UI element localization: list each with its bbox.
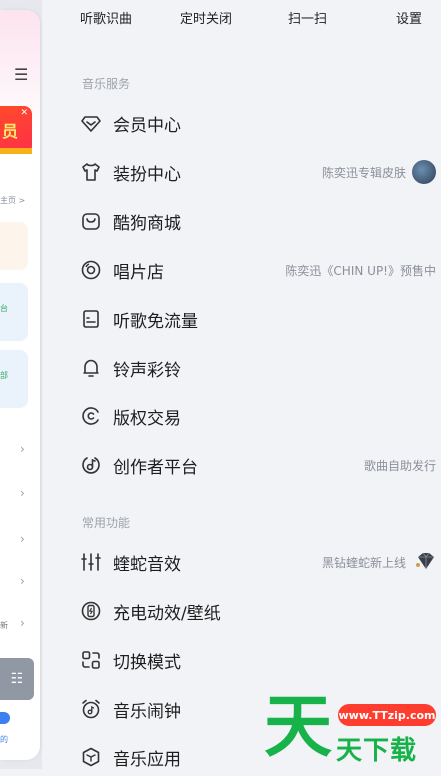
menu-item-viper-sound[interactable]: 蝰蛇音效 黑钻蝰蛇新上线 [80, 541, 436, 581]
chevron-right-icon[interactable]: › [20, 616, 25, 630]
underlying-page-peek: ☰ 员 ✕ 主页 > 台 部 › › › › 新 › ☷ 的 [0, 0, 42, 769]
side-drawer-menu: 听歌识曲 定时关闭 扫一扫 设置 音乐服务 会员中心 装扮中心 陈奕迅专辑皮肤 … [62, 0, 441, 770]
menu-item-subtitle: 黑钻蝰蛇新上线 [321, 556, 406, 570]
menu-item-kugou-mall[interactable]: 酷狗商城 [80, 200, 436, 240]
playlist-icon[interactable]: ☷ [0, 658, 34, 700]
card-snippet: 台 [0, 304, 8, 313]
menu-item-subtitle: 歌曲自助发行 [363, 459, 436, 473]
menu-item-creator-platform[interactable]: 创作者平台 歌曲自助发行 [80, 444, 436, 484]
settings-button[interactable]: 设置 [396, 8, 422, 27]
menu-item-theme-center[interactable]: 装扮中心 陈奕迅专辑皮肤 [80, 151, 436, 191]
site-watermark: 天 www.TTzip.com 天下载 [262, 688, 441, 769]
watermark-brand: 天下载 [336, 736, 418, 766]
music-note-icon [82, 457, 100, 474]
chevron-right-icon[interactable]: › [20, 532, 25, 546]
menu-item-charging-wallpaper[interactable]: 充电动效/壁纸 [80, 590, 436, 630]
menu-item-label: 音乐闹钟 [113, 702, 181, 722]
mode-switch-icon [82, 651, 100, 669]
app-cube-icon [82, 747, 100, 767]
menu-item-label: 创作者平台 [113, 458, 198, 478]
album-skin-thumbnail [412, 160, 436, 184]
menu-item-ringtones[interactable]: 铃声彩铃 [80, 347, 436, 387]
vip-banner-bar [0, 148, 32, 154]
section-title-music-services: 音乐服务 [82, 77, 131, 91]
top-actions-bar: 听歌识曲 定时关闭 扫一扫 设置 [62, 8, 441, 28]
menu-item-label: 唱片店 [113, 263, 164, 283]
copyright-icon [82, 407, 99, 425]
menu-item-vip-center[interactable]: 会员中心 [80, 102, 436, 142]
shopping-bag-icon [82, 213, 100, 230]
alarm-clock-icon [82, 699, 100, 719]
charging-icon [81, 601, 101, 621]
card-blue-1[interactable]: 台 [0, 283, 28, 341]
black-diamond-icon [416, 552, 434, 569]
menu-item-label: 装扮中心 [113, 165, 181, 185]
equalizer-icon [81, 553, 101, 571]
section-title-common-features: 常用功能 [82, 516, 131, 530]
bell-icon [83, 359, 99, 377]
diamond-icon [81, 116, 101, 132]
menu-item-label: 酷狗商城 [113, 214, 181, 234]
menu-item-free-data[interactable]: 听歌免流量 [80, 298, 436, 338]
chevron-right-icon[interactable]: › [20, 442, 25, 456]
menu-item-switch-mode[interactable]: 切换模式 [80, 639, 436, 679]
menu-item-label: 切换模式 [113, 653, 181, 673]
chevron-right-icon[interactable]: › [20, 486, 25, 500]
chevron-right-icon[interactable]: › [20, 574, 25, 588]
close-icon[interactable]: ✕ [20, 108, 28, 118]
menu-item-label: 音乐应用 [113, 750, 181, 770]
card-snippet: 部 [0, 371, 8, 380]
vip-banner[interactable]: 员 ✕ [0, 106, 32, 154]
underlying-page-card[interactable]: ☰ 员 ✕ 主页 > 台 部 › › › › 新 › ☷ 的 [0, 10, 40, 760]
menu-item-label: 铃声彩铃 [113, 361, 181, 381]
vip-banner-text: 员 [2, 122, 19, 141]
hamburger-menu-icon[interactable]: ☰ [14, 65, 28, 84]
menu-item-subtitle: 陈奕迅专辑皮肤 [321, 166, 406, 180]
menu-item-copyright-trade[interactable]: 版权交易 [80, 395, 436, 435]
menu-item-subtitle: 陈奕迅《CHIN UP!》预售中 [285, 264, 436, 278]
scan-button[interactable]: 扫一扫 [288, 8, 327, 27]
watermark-url: www.TTzip.com [338, 704, 436, 726]
menu-item-label: 充电动效/壁纸 [113, 604, 221, 624]
card-placeholder[interactable] [0, 222, 28, 270]
watermark-logo-char: 天 [264, 688, 333, 767]
list-snippet: 新 [0, 621, 8, 630]
menu-item-label: 版权交易 [113, 409, 181, 429]
blue-badge [0, 712, 10, 724]
homepage-link[interactable]: 主页 > [0, 195, 25, 206]
sleep-timer-button[interactable]: 定时关闭 [180, 8, 232, 27]
menu-item-label: 会员中心 [113, 116, 181, 136]
song-recognition-button[interactable]: 听歌识曲 [80, 8, 132, 27]
sim-card-icon [83, 310, 99, 328]
card-blue-2[interactable]: 部 [0, 350, 28, 408]
shirt-icon [82, 163, 100, 181]
menu-item-label: 听歌免流量 [113, 312, 198, 332]
bottom-snippet: 的 [0, 735, 8, 744]
vinyl-record-icon [81, 260, 101, 280]
menu-item-label: 蝰蛇音效 [113, 555, 181, 575]
menu-item-record-store[interactable]: 唱片店 陈奕迅《CHIN UP!》预售中 [80, 249, 436, 289]
